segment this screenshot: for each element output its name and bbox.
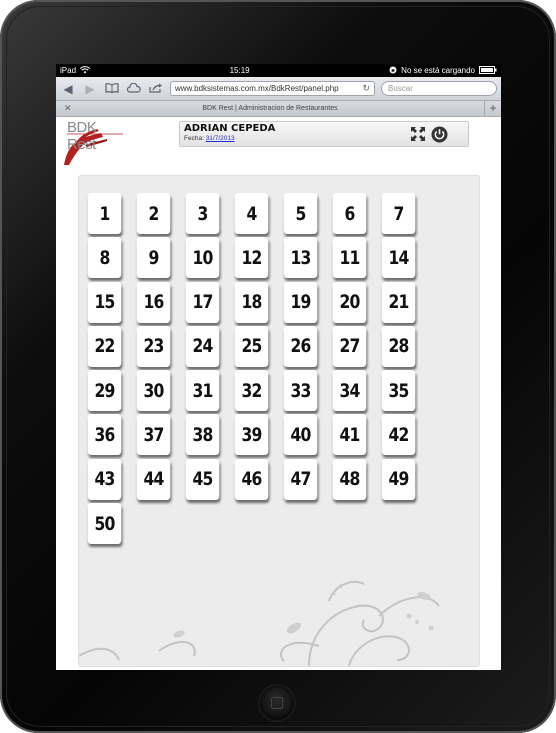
table-button[interactable]: 36 [87,414,122,456]
icloud-tabs-icon[interactable] [126,82,142,96]
table-button[interactable]: 40 [283,414,318,456]
app-header: BDK Rest ADRIAN CEPEDA Fecha: 31/7/2013 [56,117,501,170]
table-button[interactable]: 25 [234,325,269,367]
tab-title[interactable]: BDK Rest | Administracion de Restaurante… [56,105,484,112]
table-button[interactable]: 11 [332,237,367,279]
table-button[interactable]: 15 [87,281,122,323]
reload-icon[interactable]: ↻ [362,83,370,94]
date-line: Fecha: 31/7/2013 [184,135,235,142]
table-button[interactable]: 3 [185,193,220,234]
table-button[interactable]: 41 [332,414,367,456]
table-button[interactable]: 28 [381,325,416,367]
table-button[interactable]: 2 [136,193,171,234]
search-input[interactable]: Buscar [381,81,497,96]
table-button[interactable]: 19 [283,281,318,323]
battery-icon [479,65,497,76]
table-button[interactable]: 6 [332,193,367,234]
table-button[interactable]: 48 [332,458,367,500]
header-actions [409,125,448,143]
tables-panel: 1 2 3 4 5 6 7 8 9 10 12 13 11 14 15 16 17 18 19 20 21 22 23 24 2… [78,175,480,667]
clock: 15:19 [229,66,250,75]
date-link[interactable]: 31/7/2013 [206,135,235,142]
table-button[interactable]: 34 [332,370,367,412]
table-button[interactable]: 45 [185,458,220,500]
table-button[interactable]: 22 [87,325,122,367]
url-text: www.bdksistemas.com.mx/BdkRest/panel.php [175,84,339,93]
table-button[interactable]: 42 [381,414,416,456]
browser-toolbar: ◀ ▶ www.bdksistemas.com.mx/BdkRest/panel… [56,77,501,101]
table-button[interactable]: 1 [87,193,122,234]
table-button[interactable]: 29 [87,370,122,412]
new-tab-button[interactable]: + [484,101,501,116]
table-button[interactable]: 10 [185,237,220,279]
bdk-rest-logo: BDK Rest [63,119,125,167]
table-button[interactable]: 43 [87,458,122,500]
carrier-label: iPad [60,66,77,75]
table-button[interactable]: 17 [185,281,220,323]
table-button[interactable]: 18 [234,281,269,323]
table-button[interactable]: 8 [87,237,122,279]
table-button[interactable]: 4 [234,193,269,234]
table-button[interactable]: 30 [136,370,171,412]
table-button[interactable]: 20 [332,281,367,323]
ipad-screen: iPad 15:19 No se está cargando ◀ ▶ www.b… [56,64,501,670]
logo-text: BDK Rest [67,119,97,153]
table-button[interactable]: 23 [136,325,171,367]
expand-arrows-icon[interactable] [409,125,427,143]
close-tab-icon[interactable]: ✕ [64,103,72,114]
table-button[interactable]: 31 [185,370,220,412]
table-button[interactable]: 47 [283,458,318,500]
back-arrow-icon[interactable]: ◀ [60,82,76,96]
table-button[interactable]: 16 [136,281,171,323]
table-button[interactable]: 12 [234,237,269,279]
share-icon[interactable] [148,82,164,96]
table-button[interactable]: 49 [381,458,416,500]
tables-grid: 1 2 3 4 5 6 7 8 9 10 12 13 11 14 15 16 17 18 19 20 21 22 23 24 2… [84,193,419,545]
table-button[interactable]: 26 [283,325,318,367]
tab-bar: ✕ BDK Rest | Administracion de Restauran… [56,101,501,117]
table-button[interactable]: 9 [136,237,171,279]
floral-ornament [79,581,440,666]
table-button[interactable]: 27 [332,325,367,367]
table-button[interactable]: 38 [185,414,220,456]
table-button[interactable]: 14 [381,237,416,279]
table-button[interactable]: 5 [283,193,318,234]
table-button[interactable]: 33 [283,370,318,412]
user-name: ADRIAN CEPEDA [184,123,276,134]
table-button[interactable]: 32 [234,370,269,412]
date-label: Fecha: [184,135,204,142]
url-field[interactable]: www.bdksistemas.com.mx/BdkRest/panel.php… [170,81,375,96]
table-button[interactable]: 44 [136,458,171,500]
loading-status: No se está cargando [401,66,475,75]
lock-rotation-icon [389,66,397,76]
forward-arrow-icon[interactable]: ▶ [82,82,98,96]
user-info-box: ADRIAN CEPEDA Fecha: 31/7/2013 [179,121,469,147]
table-button[interactable]: 50 [87,503,122,545]
table-button[interactable]: 13 [283,237,318,279]
table-button[interactable]: 37 [136,414,171,456]
table-button[interactable]: 21 [381,281,416,323]
page-content: BDK Rest ADRIAN CEPEDA Fecha: 31/7/2013 [56,117,501,667]
search-placeholder: Buscar [388,84,413,93]
table-button[interactable]: 35 [381,370,416,412]
power-icon[interactable] [430,125,448,143]
table-button[interactable]: 39 [234,414,269,456]
status-bar: iPad 15:19 No se está cargando [56,64,501,77]
table-button[interactable]: 46 [234,458,269,500]
wifi-icon [79,65,91,76]
table-button[interactable]: 7 [381,193,416,234]
home-button[interactable] [260,686,294,720]
bookmarks-icon[interactable] [104,82,120,96]
table-button[interactable]: 24 [185,325,220,367]
